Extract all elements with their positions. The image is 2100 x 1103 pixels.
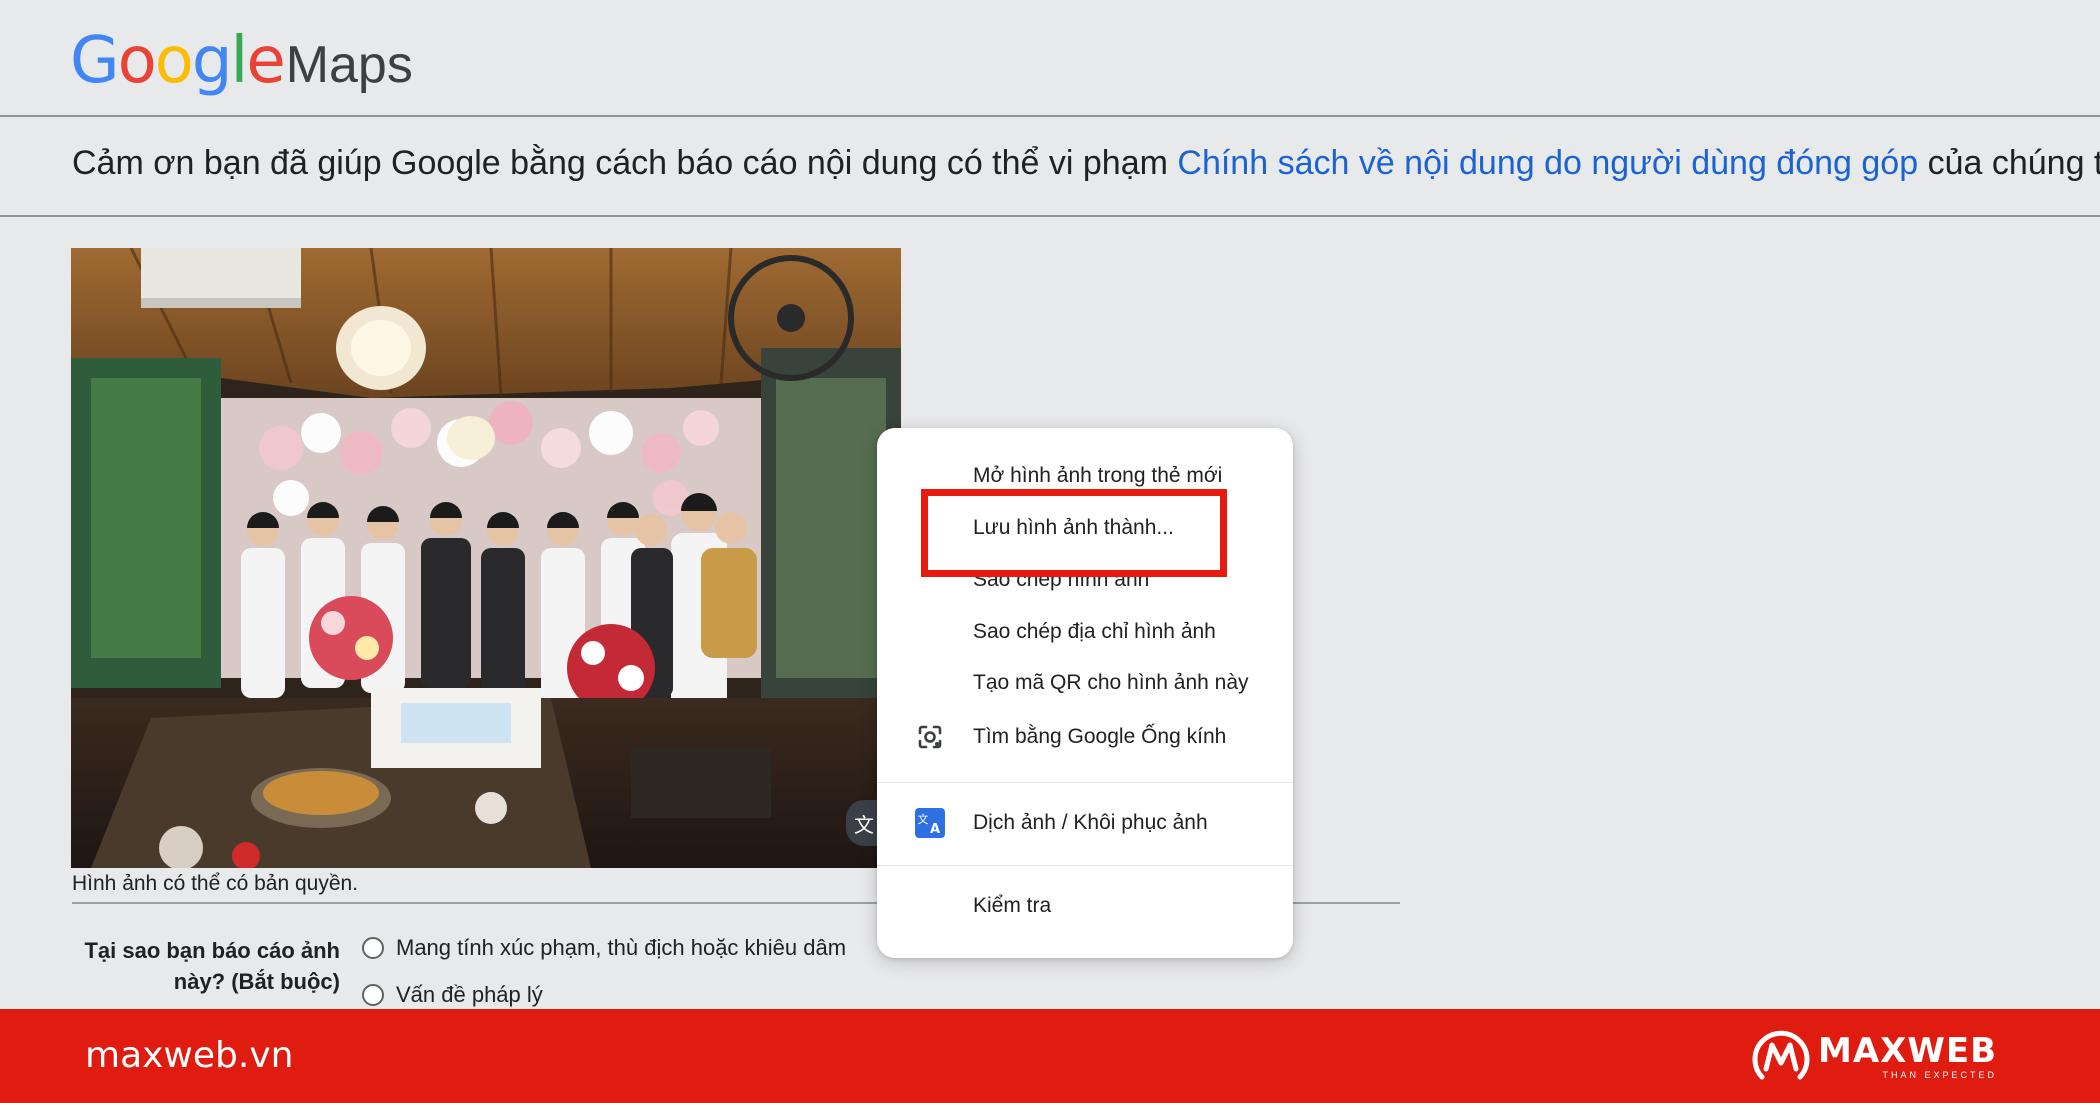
translate-icon: 文 A: [915, 808, 945, 838]
radio-button[interactable]: [362, 937, 384, 959]
highlight-box: [921, 489, 1227, 577]
svg-text:文: 文: [918, 812, 929, 826]
maxweb-logo-mark: [1752, 1030, 1810, 1080]
maps-wordmark: Maps: [285, 36, 413, 94]
report-thanks-text: Cảm ơn bạn đã giúp Google bằng cách báo …: [72, 144, 2100, 183]
menu-separator: [877, 782, 1293, 783]
google-lens-icon: [915, 722, 945, 752]
maxweb-tagline: THAN EXPECTED: [1882, 1070, 1998, 1080]
header-divider: [0, 115, 2100, 117]
maxweb-brand-name: MAXWEB: [1818, 1031, 1998, 1071]
notice-divider: [0, 215, 2100, 217]
radio-button[interactable]: [362, 984, 384, 1006]
logo-letter: o: [117, 24, 157, 98]
logo-letter: g: [191, 24, 233, 98]
maxweb-footer-bar: maxweb.vn MAXWEB THAN EXPECTED: [0, 1009, 2100, 1103]
reason-option-offensive[interactable]: Mang tính xúc phạm, thù địch hoặc khiêu …: [362, 935, 846, 961]
menu-item-search-google-lens[interactable]: Tìm bằng Google Ống kính: [973, 725, 1226, 749]
logo-letter: o: [154, 24, 194, 98]
notice-prefix: Cảm ơn bạn đã giúp Google bằng cách báo …: [72, 144, 1178, 182]
reported-photo[interactable]: [71, 248, 901, 868]
photo-caption: Hình ảnh có thể có bản quyền.: [72, 872, 359, 895]
menu-separator: [877, 865, 1293, 866]
translate-icon: 文: [854, 814, 874, 837]
page-header: Google Maps: [0, 0, 2100, 115]
notice-suffix: của chúng tôi.: [1927, 144, 2100, 182]
google-maps-logo[interactable]: Google Maps: [70, 24, 413, 98]
google-wordmark: Google: [70, 24, 286, 98]
report-reason-label: Tại sao bạn báo cáo ảnh này? (Bắt buộc): [84, 938, 340, 994]
menu-item-copy-image-address[interactable]: Sao chép địa chỉ hình ảnh: [973, 620, 1216, 644]
svg-text:A: A: [930, 822, 940, 837]
logo-letter: G: [70, 24, 120, 98]
maxweb-logo: MAXWEB THAN EXPECTED: [1748, 1027, 1997, 1087]
menu-item-create-qr-code[interactable]: Tạo mã QR cho hình ảnh này: [973, 671, 1249, 695]
menu-item-translate-image[interactable]: Dịch ảnh / Khôi phục ảnh: [973, 811, 1208, 835]
reason-option-legal[interactable]: Vấn đề pháp lý: [362, 982, 543, 1008]
menu-item-inspect[interactable]: Kiểm tra: [973, 894, 1051, 918]
party-photo-illustration: [71, 248, 901, 868]
menu-item-open-image-new-tab[interactable]: Mở hình ảnh trong thẻ mới: [973, 464, 1222, 488]
logo-letter: e: [246, 24, 285, 98]
option-label: Mang tính xúc phạm, thù địch hoặc khiêu …: [396, 935, 847, 960]
content-policy-link[interactable]: Chính sách về nội dung do người dùng đón…: [1177, 144, 1918, 182]
website-text: maxweb.vn: [85, 1035, 294, 1076]
logo-letter: l: [230, 24, 249, 98]
option-label: Vấn đề pháp lý: [396, 982, 543, 1007]
